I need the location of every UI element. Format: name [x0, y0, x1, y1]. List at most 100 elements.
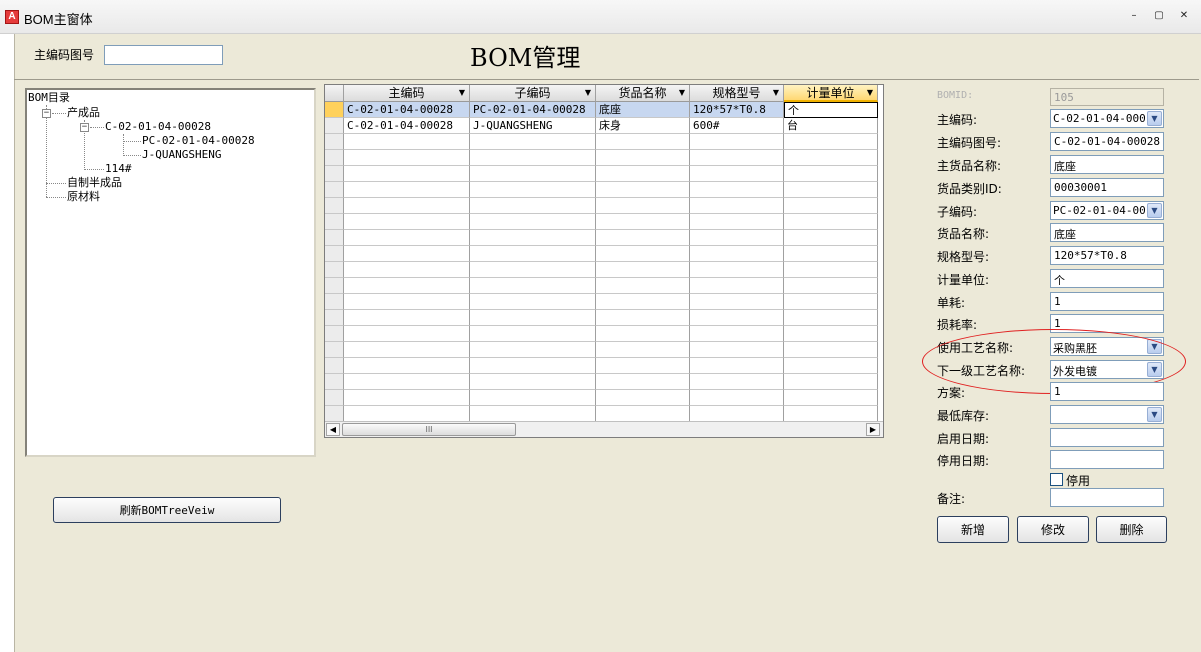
- grid-cell-empty[interactable]: [690, 374, 784, 390]
- grid-cell-empty[interactable]: [690, 182, 784, 198]
- row-selector[interactable]: [325, 198, 344, 214]
- grid-cell-empty[interactable]: [596, 358, 690, 374]
- grid-cell-empty[interactable]: [470, 134, 596, 150]
- grid-cell-empty[interactable]: [470, 246, 596, 262]
- main-goods-field[interactable]: 底座: [1050, 155, 1164, 174]
- grid-cell-empty[interactable]: [470, 342, 596, 358]
- unit-field[interactable]: 个: [1050, 269, 1164, 288]
- grid-cell-empty[interactable]: [690, 294, 784, 310]
- grid-cell-empty[interactable]: [344, 358, 470, 374]
- grid-cell-empty[interactable]: [784, 294, 878, 310]
- row-selector[interactable]: [325, 262, 344, 278]
- grid-cell-empty[interactable]: [596, 310, 690, 326]
- grid-cell-empty[interactable]: [690, 390, 784, 406]
- remark-field[interactable]: [1050, 488, 1164, 507]
- bom-tree[interactable]: BOM目录 − 产成品 − C-02-01-04-00028 PC-02-01-…: [25, 88, 316, 457]
- grid-cell-empty[interactable]: [784, 150, 878, 166]
- grid-cell-empty[interactable]: [596, 374, 690, 390]
- grid-cell-empty[interactable]: [690, 134, 784, 150]
- grid-cell-empty[interactable]: [784, 246, 878, 262]
- column-header[interactable]: 主编码 ▼: [344, 85, 470, 102]
- grid-cell-empty[interactable]: [470, 166, 596, 182]
- row-selector[interactable]: [325, 102, 344, 118]
- grid-cell-empty[interactable]: [784, 374, 878, 390]
- grid-cell-empty[interactable]: [596, 246, 690, 262]
- grid-cell-empty[interactable]: [690, 150, 784, 166]
- grid-cell-empty[interactable]: [344, 278, 470, 294]
- grid-cell-empty[interactable]: [784, 406, 878, 422]
- sub-code-combo[interactable]: PC-02-01-04-00028 ▼: [1050, 201, 1164, 220]
- grid-cell-empty[interactable]: [596, 134, 690, 150]
- dropdown-icon[interactable]: ▼: [773, 85, 779, 101]
- filter-icon[interactable]: ▼: [459, 85, 465, 101]
- row-selector[interactable]: [325, 166, 344, 182]
- close-button[interactable]: ✕: [1175, 9, 1193, 23]
- grid-cell-empty[interactable]: [344, 294, 470, 310]
- row-selector[interactable]: [325, 246, 344, 262]
- grid-cell-empty[interactable]: [470, 294, 596, 310]
- grid-cell-empty[interactable]: [690, 278, 784, 294]
- row-selector[interactable]: [325, 390, 344, 406]
- scroll-right-icon[interactable]: ▶: [866, 423, 880, 436]
- grid-cell-empty[interactable]: [470, 230, 596, 246]
- main-drawing-field[interactable]: C-02-01-04-00028: [1050, 132, 1164, 151]
- grid-cell-empty[interactable]: [784, 166, 878, 182]
- column-header[interactable]: 货品名称 ▼: [596, 85, 690, 102]
- bom-grid[interactable]: 主编码 ▼ 子编码 ▼ 货品名称 ▼ 规格型号 ▼ 计量单位 ▼ C-02-01-04-0…: [324, 84, 884, 438]
- add-button[interactable]: 新增: [937, 516, 1009, 543]
- row-selector[interactable]: [325, 230, 344, 246]
- grid-cell[interactable]: C-02-01-04-00028: [344, 102, 470, 118]
- grid-cell-empty[interactable]: [344, 214, 470, 230]
- column-header[interactable]: 规格型号 ▼: [690, 85, 784, 102]
- delete-button[interactable]: 删除: [1096, 516, 1167, 543]
- horizontal-scrollbar[interactable]: ◀ III ▶: [325, 421, 883, 437]
- stop-date-field[interactable]: [1050, 450, 1164, 469]
- grid-cell-empty[interactable]: [596, 214, 690, 230]
- grid-cell[interactable]: 600#: [690, 118, 784, 134]
- grid-cell-empty[interactable]: [344, 374, 470, 390]
- edit-button[interactable]: 修改: [1017, 516, 1089, 543]
- grid-cell-empty[interactable]: [784, 214, 878, 230]
- grid-cell-empty[interactable]: [596, 390, 690, 406]
- disabled-checkbox[interactable]: [1050, 473, 1063, 486]
- grid-cell-empty[interactable]: [344, 390, 470, 406]
- grid-cell-empty[interactable]: [596, 278, 690, 294]
- grid-cell[interactable]: J-QUANGSHENG: [470, 118, 596, 134]
- grid-cell-empty[interactable]: [470, 310, 596, 326]
- grid-cell-empty[interactable]: [784, 182, 878, 198]
- grid-cell-empty[interactable]: [596, 326, 690, 342]
- grid-cell-empty[interactable]: [344, 406, 470, 422]
- grid-cell-empty[interactable]: [596, 182, 690, 198]
- grid-cell-empty[interactable]: [784, 358, 878, 374]
- grid-cell-empty[interactable]: [596, 198, 690, 214]
- dropdown-icon[interactable]: ▼: [679, 85, 685, 101]
- consumption-field[interactable]: 1: [1050, 292, 1164, 311]
- tree-item-child[interactable]: PC-02-01-04-00028: [142, 134, 255, 148]
- grid-cell[interactable]: PC-02-01-04-00028: [470, 102, 596, 118]
- grid-cell-empty[interactable]: [690, 262, 784, 278]
- row-selector[interactable]: [325, 310, 344, 326]
- grid-cell-empty[interactable]: [344, 134, 470, 150]
- grid-cell-empty[interactable]: [344, 246, 470, 262]
- grid-cell-empty[interactable]: [784, 310, 878, 326]
- grid-cell-empty[interactable]: [596, 294, 690, 310]
- grid-cell-empty[interactable]: [470, 374, 596, 390]
- refresh-tree-button[interactable]: 刷新BOMTreeVeiw: [53, 497, 281, 523]
- grid-cell-empty[interactable]: [344, 342, 470, 358]
- grid-cell-empty[interactable]: [344, 150, 470, 166]
- grid-cell-empty[interactable]: [470, 390, 596, 406]
- grid-cell-empty[interactable]: [690, 198, 784, 214]
- dropdown-icon[interactable]: ▼: [867, 85, 873, 101]
- grid-cell-empty[interactable]: [344, 230, 470, 246]
- grid-cell-empty[interactable]: [690, 406, 784, 422]
- row-selector[interactable]: [325, 150, 344, 166]
- tree-item-finished[interactable]: 产成品: [67, 106, 100, 120]
- collapse-icon[interactable]: −: [42, 109, 51, 118]
- grid-cell-empty[interactable]: [470, 214, 596, 230]
- grid-cell-empty[interactable]: [596, 166, 690, 182]
- tree-root[interactable]: BOM目录: [28, 91, 70, 105]
- start-date-field[interactable]: [1050, 428, 1164, 447]
- search-input[interactable]: [104, 45, 223, 65]
- tree-item-raw[interactable]: 原材料: [67, 190, 100, 204]
- row-selector[interactable]: [325, 406, 344, 422]
